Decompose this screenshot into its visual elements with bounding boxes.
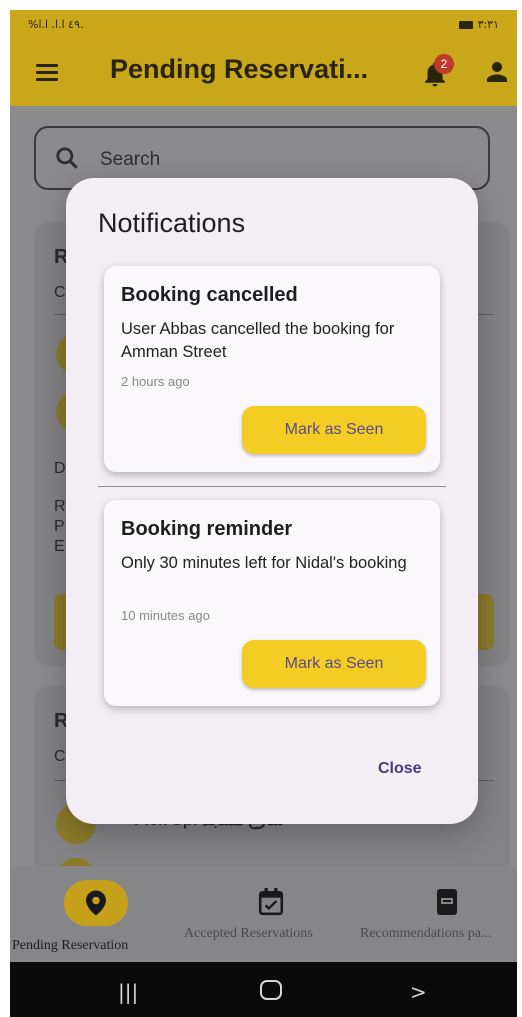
card-letter: P (54, 518, 65, 535)
battery-icon (458, 20, 473, 29)
card-letter: C (54, 748, 66, 765)
dialog-title: Notifications (98, 208, 246, 238)
notification-badge: 2 (434, 54, 454, 74)
status-bar: %٤٩ ا.ا. ا.ا. ٣:٣١ (10, 10, 517, 40)
notification-card: Booking reminder Only 30 minutes left fo… (104, 500, 440, 706)
card-letter: C (54, 284, 66, 301)
nav-label-pending: Pending Reservation (12, 938, 129, 953)
screen: %٤٩ ا.ا. ا.ا. ٣:٣١ Pending Reservati... … (0, 0, 522, 1017)
nav-label-recommendations: Recommendations pa... (360, 926, 492, 941)
nav-item-accepted[interactable]: Accepted Reservations (180, 866, 360, 962)
notification-time: 2 hours ago (121, 374, 190, 389)
status-right: ٣:٣١ (458, 18, 499, 31)
notification-title: Booking cancelled (121, 284, 298, 306)
recent-apps-icon[interactable]: ||| (118, 980, 138, 1004)
card-letter: E (54, 538, 65, 555)
status-time: ٣:٣١ (477, 18, 499, 31)
menu-icon[interactable] (36, 64, 58, 82)
close-button[interactable]: Close (378, 760, 422, 778)
notification-body: User Abbas cancelled the booking for Amm… (121, 320, 395, 361)
notifications-dialog: Notifications Booking cancelled User Abb… (66, 178, 478, 824)
nav-item-recommendations[interactable]: Recommendations pa... (360, 866, 517, 962)
notification-time: 10 minutes ago (121, 608, 210, 623)
search-placeholder: Search (100, 149, 161, 170)
nav-item-pending[interactable]: Pending Reservation (10, 866, 180, 962)
person-icon[interactable] (482, 56, 512, 88)
bottom-navigation: Pending Reservation Accepted Reservation… (10, 866, 517, 962)
mark-as-seen-button[interactable]: Mark as Seen (242, 406, 426, 454)
back-icon[interactable]: > (410, 980, 427, 1004)
location-pin-icon (86, 890, 106, 916)
page-title: Pending Reservati... (110, 54, 369, 84)
mark-as-seen-button[interactable]: Mark as Seen (242, 640, 426, 688)
card-letter: D (54, 460, 66, 477)
notification-title: Booking reminder (121, 518, 293, 540)
notification-body: Only 30 minutes left for Nidal's booking (121, 554, 407, 572)
home-icon[interactable] (260, 980, 282, 1000)
search-icon (56, 147, 78, 169)
card-letter: R (54, 498, 66, 515)
status-left: %٤٩ ا.ا. ا.ا. (28, 18, 84, 31)
notification-card: Booking cancelled User Abbas cancelled t… (104, 266, 440, 472)
calendar-check-icon (258, 888, 284, 916)
nav-label-accepted: Accepted Reservations (184, 926, 313, 941)
app-bar: Pending Reservati... 2 (10, 40, 517, 106)
book-icon (437, 889, 457, 915)
notifications-divider (98, 486, 446, 487)
system-navigation-bar: ||| > (10, 962, 517, 1017)
